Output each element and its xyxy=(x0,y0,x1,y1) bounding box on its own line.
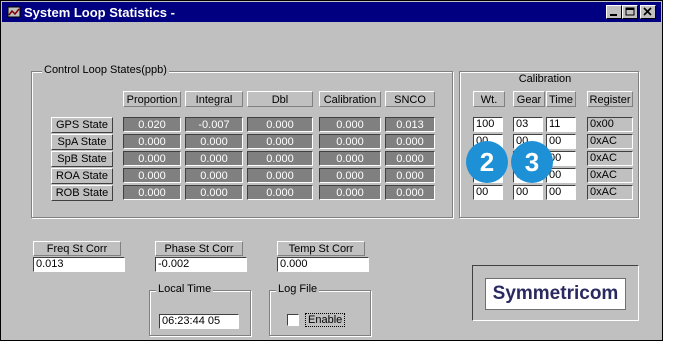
local-time-field[interactable]: 06:23:44 05 xyxy=(159,314,239,329)
state-value-cell: 0.000 xyxy=(319,185,381,200)
row-button-rob-state[interactable]: ROB State xyxy=(51,185,113,201)
title-bar[interactable]: System Loop Statistics - xyxy=(2,2,661,22)
gear-field[interactable]: 00 xyxy=(513,185,543,200)
state-value-cell: 0.020 xyxy=(123,117,181,132)
callout-badge-3: 3 xyxy=(511,141,553,183)
calibration-title: Calibration xyxy=(518,73,572,85)
local-time-label: Local Time xyxy=(156,283,214,295)
calibration-header-wt: Wt. xyxy=(473,91,505,107)
close-icon xyxy=(643,7,652,16)
state-value-cell: 0.013 xyxy=(385,117,435,132)
row-button-roa-state[interactable]: ROA State xyxy=(51,168,113,184)
freq-st-corr-field[interactable]: 0.013 xyxy=(33,257,125,272)
state-value-cell: 0.000 xyxy=(385,151,435,166)
column-header-proportion: Proportion xyxy=(123,91,181,107)
register-field: 0xAC xyxy=(587,168,633,183)
state-value-cell: 0.000 xyxy=(319,151,381,166)
close-button[interactable] xyxy=(640,5,656,19)
state-value-cell: 0.000 xyxy=(123,134,181,149)
system-loop-statistics-window: System Loop Statistics - Control Loop St… xyxy=(0,0,663,341)
callout-badge-2: 2 xyxy=(466,141,508,183)
minimize-icon xyxy=(610,14,617,16)
phase-st-corr-label: Phase St Corr xyxy=(155,241,243,256)
state-value-cell: 0.000 xyxy=(247,117,313,132)
state-value-cell: 0.000 xyxy=(123,151,181,166)
row-button-gps-state[interactable]: GPS State xyxy=(51,117,113,133)
maximize-icon xyxy=(625,7,635,16)
column-header-integral: Integral xyxy=(185,91,243,107)
state-value-cell: 0.000 xyxy=(247,185,313,200)
temp-st-corr-field[interactable]: 0.000 xyxy=(277,257,369,272)
time-field[interactable]: 00 xyxy=(546,185,576,200)
wt-field[interactable]: 100 xyxy=(473,117,503,132)
column-header-snco: SNCO xyxy=(385,91,435,107)
symmetricom-logo-frame: Symmetricom xyxy=(472,265,639,321)
freq-st-corr-label: Freq St Corr xyxy=(33,241,121,256)
minimize-button[interactable] xyxy=(606,5,622,19)
state-value-cell: 0.000 xyxy=(319,168,381,183)
state-value-cell: 0.000 xyxy=(319,134,381,149)
time-field[interactable]: 11 xyxy=(546,117,576,132)
calibration-header-register: Register xyxy=(587,91,633,107)
register-field: 0x00 xyxy=(587,117,633,132)
state-value-cell: 0.000 xyxy=(123,168,181,183)
row-button-spb-state[interactable]: SpB State xyxy=(51,151,113,167)
row-button-spa-state[interactable]: SpA State xyxy=(51,134,113,150)
gear-field[interactable]: 03 xyxy=(513,117,543,132)
column-header-calibration: Calibration xyxy=(319,91,381,107)
state-value-cell: 0.000 xyxy=(319,117,381,132)
state-value-cell: 0.000 xyxy=(247,134,313,149)
state-value-cell: 0.000 xyxy=(185,185,243,200)
local-time-group: Local Time xyxy=(149,283,251,336)
register-field: 0xAC xyxy=(587,151,633,166)
state-value-cell: 0.000 xyxy=(385,168,435,183)
phase-st-corr-field[interactable]: -0.002 xyxy=(155,257,247,272)
state-value-cell: 0.000 xyxy=(185,134,243,149)
app-icon xyxy=(7,6,21,18)
column-header-dbl: Dbl xyxy=(247,91,313,107)
state-value-cell: -0.007 xyxy=(185,117,243,132)
state-value-cell: 0.000 xyxy=(385,134,435,149)
state-value-cell: 0.000 xyxy=(247,168,313,183)
log-file-label: Log File xyxy=(276,283,320,295)
state-value-cell: 0.000 xyxy=(185,168,243,183)
maximize-button[interactable] xyxy=(622,5,638,19)
state-value-cell: 0.000 xyxy=(385,185,435,200)
temp-st-corr-label: Temp St Corr xyxy=(277,241,365,256)
state-value-cell: 0.000 xyxy=(247,151,313,166)
state-value-cell: 0.000 xyxy=(185,151,243,166)
wt-field[interactable]: 00 xyxy=(473,185,503,200)
register-field: 0xAC xyxy=(587,185,633,200)
register-field: 0xAC xyxy=(587,134,633,149)
window-title: System Loop Statistics - xyxy=(24,5,175,20)
enable-checkbox[interactable] xyxy=(287,314,299,326)
time-field[interactable]: 00 xyxy=(546,134,576,149)
symmetricom-logo: Symmetricom xyxy=(485,278,626,310)
control-loop-label: Control Loop States(ppb) xyxy=(42,64,169,76)
enable-label[interactable]: Enable xyxy=(305,313,346,327)
calibration-header-time: Time xyxy=(546,91,576,107)
calibration-header-gear: Gear xyxy=(513,91,545,107)
state-value-cell: 0.000 xyxy=(123,185,181,200)
